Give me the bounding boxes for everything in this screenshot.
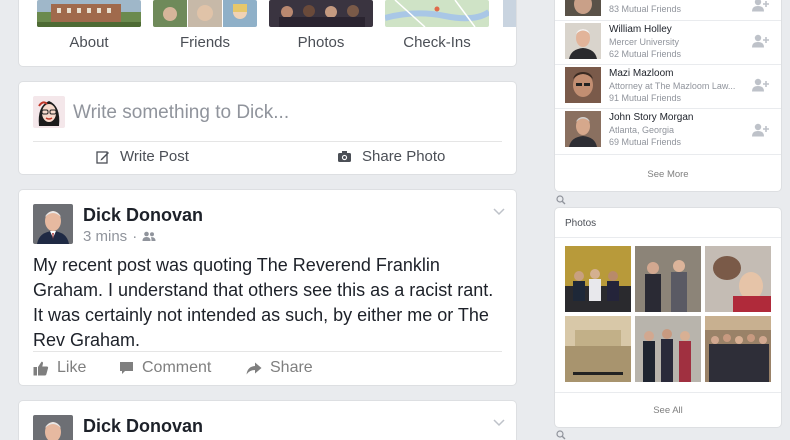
edit-icon	[96, 150, 109, 164]
magnifier-icon	[556, 430, 566, 440]
photos-thumbnail[interactable]	[269, 0, 373, 27]
magnifier-icon	[556, 195, 566, 205]
post-divider	[33, 351, 502, 352]
comment-button[interactable]: Comment	[119, 359, 211, 377]
nav-photos-label[interactable]: Photos	[269, 34, 373, 51]
add-friend-icon[interactable]	[751, 123, 769, 137]
nav-overflow-thumbnail	[503, 0, 516, 27]
friend-mutual-count: 83 Mutual Friends	[609, 4, 682, 14]
write-post-button[interactable]: Write Post	[96, 148, 189, 165]
feed-post: Dick Donovan	[19, 401, 516, 440]
photos-panel: Photos See All	[555, 208, 781, 427]
comment-label: Comment	[142, 359, 212, 376]
nav-about-label[interactable]: About	[37, 34, 141, 51]
panel-divider	[555, 392, 781, 393]
see-all-link[interactable]: See All	[555, 405, 781, 416]
camera-icon	[338, 151, 351, 162]
photo-thumbnail[interactable]	[635, 316, 701, 382]
add-friend-icon[interactable]	[751, 78, 769, 92]
friend-mutual-count: 91 Mutual Friends	[609, 93, 682, 103]
friend-divider	[555, 154, 781, 155]
post-author-name[interactable]: Dick Donovan	[83, 205, 203, 226]
friend-divider	[555, 20, 781, 21]
post-author-name[interactable]: Dick Donovan	[83, 416, 203, 437]
see-more-link[interactable]: See More	[555, 169, 781, 180]
photo-thumbnail[interactable]	[705, 246, 771, 312]
friend-name[interactable]: John Story Morgan	[609, 112, 694, 123]
like-label: Like	[57, 359, 87, 376]
friend-name[interactable]: William Holley	[609, 24, 672, 35]
friend-subtitle: Attorney at The Mazloom Law...	[609, 81, 736, 91]
friend-photo[interactable]	[565, 67, 601, 103]
friend-divider	[555, 108, 781, 109]
meta-separator: ·	[132, 228, 138, 245]
add-friend-icon[interactable]	[751, 34, 769, 48]
composer-divider	[33, 141, 502, 142]
composer-input[interactable]: Write something to Dick...	[73, 102, 289, 124]
about-thumbnail[interactable]	[37, 0, 141, 27]
friends-panel: 83 Mutual Friends William Holley Mercer …	[555, 0, 781, 191]
chevron-down-icon[interactable]	[492, 204, 506, 218]
share-button[interactable]: Share	[246, 359, 313, 377]
author-avatar[interactable]	[33, 415, 73, 440]
chevron-down-icon[interactable]	[492, 415, 506, 429]
like-button[interactable]: Like	[33, 359, 86, 377]
post-meta: 3 mins ·	[83, 228, 156, 245]
friend-mutual-count: 62 Mutual Friends	[609, 49, 682, 59]
feed-post: Dick Donovan 3 mins · My recent post was…	[19, 190, 516, 385]
thumbs-up-icon	[33, 361, 49, 375]
write-post-label: Write Post	[120, 148, 189, 165]
nav-checkins-label[interactable]: Check-Ins	[385, 34, 489, 51]
friends-icon[interactable]	[142, 231, 156, 242]
share-photo-label: Share Photo	[362, 148, 446, 165]
friend-subtitle: Atlanta, Georgia	[609, 125, 675, 135]
panel-divider	[555, 237, 781, 238]
comment-icon	[120, 362, 133, 374]
photo-thumbnail[interactable]	[565, 316, 631, 382]
checkins-map-thumbnail[interactable]	[385, 0, 489, 27]
share-label: Share	[270, 359, 313, 376]
share-arrow-icon	[246, 362, 262, 374]
post-body-text: My recent post was quoting The Reverend …	[33, 255, 494, 350]
friend-mutual-count: 69 Mutual Friends	[609, 137, 682, 147]
post-timestamp[interactable]: 3 mins	[83, 228, 127, 245]
add-friend-icon[interactable]	[751, 0, 769, 12]
photos-panel-title: Photos	[565, 218, 597, 229]
profile-nav-card: About Friends Photos Check-Ins	[19, 0, 516, 66]
author-avatar[interactable]	[33, 204, 73, 244]
friend-divider	[555, 64, 781, 65]
friend-photo[interactable]	[565, 111, 601, 147]
photo-thumbnail[interactable]	[565, 246, 631, 312]
friends-thumbnail[interactable]	[153, 0, 257, 27]
viewer-avatar	[33, 96, 65, 128]
photo-thumbnail[interactable]	[705, 316, 771, 382]
composer-card: Write something to Dick... Write Post Sh…	[19, 82, 516, 174]
friend-photo[interactable]	[565, 0, 601, 16]
friend-photo[interactable]	[565, 23, 601, 59]
nav-friends-label[interactable]: Friends	[153, 34, 257, 51]
photo-thumbnail[interactable]	[635, 246, 701, 312]
friend-subtitle: Mercer University	[609, 37, 680, 47]
friend-name[interactable]: Mazi Mazloom	[609, 68, 673, 79]
share-photo-button[interactable]: Share Photo	[337, 148, 445, 165]
